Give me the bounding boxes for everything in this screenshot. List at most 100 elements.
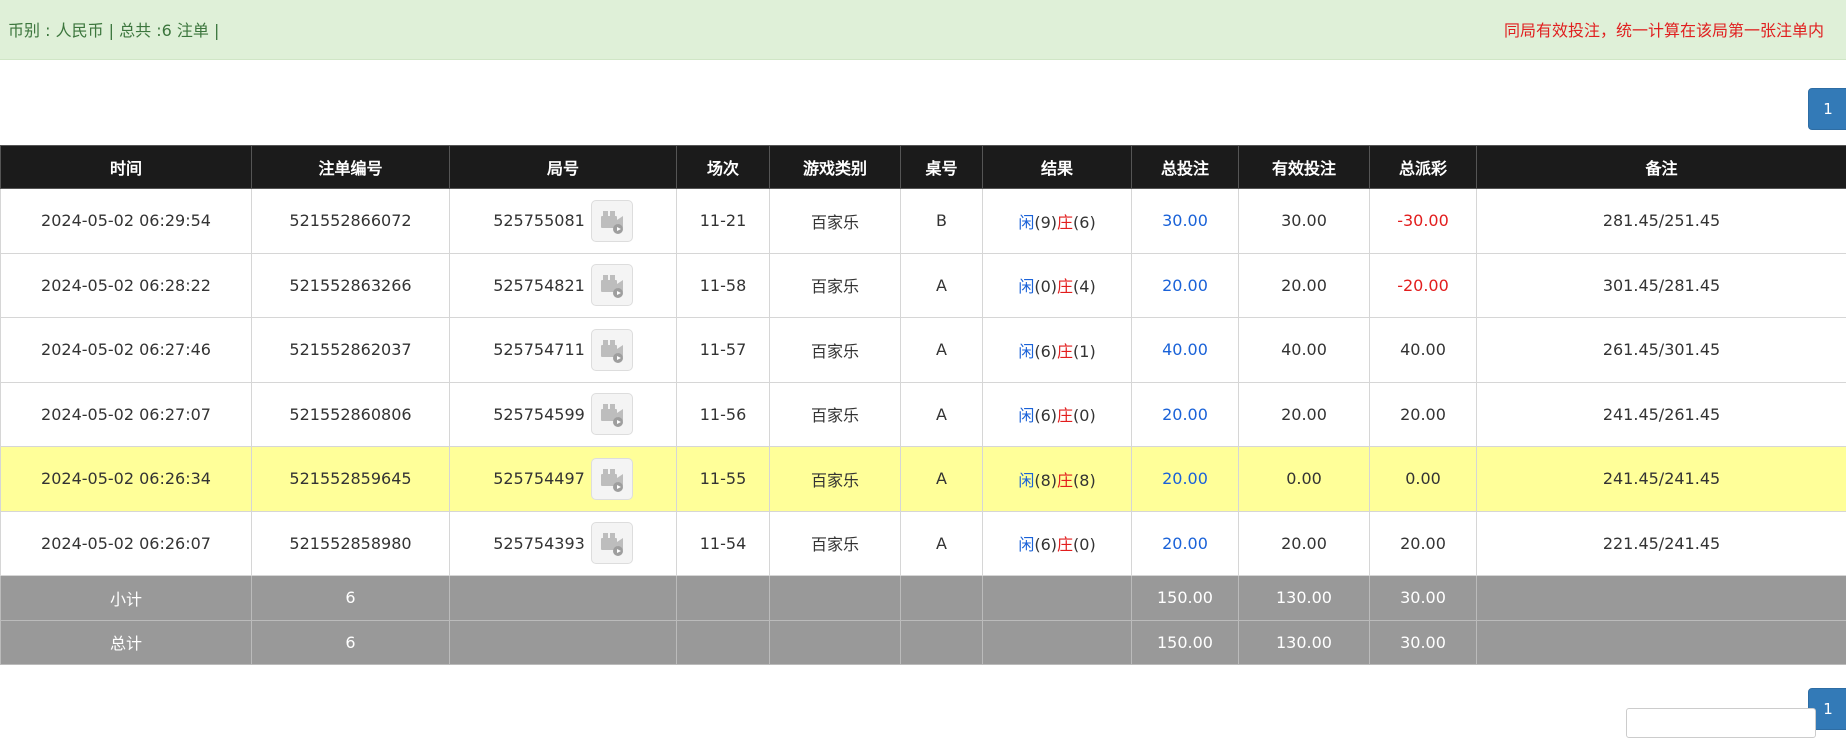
cell-table-no: A [901, 447, 983, 512]
empty-cell [901, 620, 983, 665]
cell-valid-bet: 20.00 [1239, 253, 1370, 318]
table-row: 2024-05-02 06:26:07521552858980525754393… [1, 511, 1846, 576]
cell-result: 闲(6)庄(0) [983, 511, 1132, 576]
cell-valid-bet: 40.00 [1239, 318, 1370, 383]
video-replay-icon[interactable] [591, 329, 633, 371]
banker-label: 庄 [1057, 277, 1073, 296]
empty-cell [770, 576, 901, 621]
banker-score: (1) [1073, 342, 1096, 361]
subtotal-row: 小计6150.00130.0030.00 [1, 576, 1846, 621]
cell-time: 2024-05-02 06:28:22 [1, 253, 252, 318]
cell-valid-bet: 20.00 [1239, 511, 1370, 576]
video-replay-icon[interactable] [591, 393, 633, 435]
empty-cell [983, 576, 1132, 621]
banker-label: 庄 [1057, 535, 1073, 554]
cell-payout: 0.00 [1370, 447, 1477, 512]
round-number: 525754599 [493, 405, 585, 424]
cell-result: 闲(8)庄(8) [983, 447, 1132, 512]
cell-total-bet: 20.00 [1132, 447, 1239, 512]
banker-label: 庄 [1057, 213, 1073, 232]
cell-result: 闲(9)庄(6) [983, 189, 1132, 254]
cell-result: 闲(0)庄(4) [983, 253, 1132, 318]
cell-round: 525754599 [450, 382, 677, 447]
video-replay-icon[interactable] [591, 522, 633, 564]
cell-result: 闲(6)庄(0) [983, 382, 1132, 447]
cell-round: 525755081 [450, 189, 677, 254]
banker-label: 庄 [1057, 342, 1073, 361]
grandtotal-label: 总计 [1, 620, 252, 665]
player-label: 闲 [1018, 342, 1034, 361]
cell-bet-id: 521552859645 [252, 447, 450, 512]
subtotal-count: 6 [252, 576, 450, 621]
cell-table-no: B [901, 189, 983, 254]
cell-payout: 20.00 [1370, 511, 1477, 576]
cell-round: 525754711 [450, 318, 677, 383]
banker-score: (0) [1073, 406, 1096, 425]
banker-score: (8) [1073, 471, 1096, 490]
table-row: 2024-05-02 06:29:54521552866072525755081… [1, 189, 1846, 254]
empty-cell [677, 576, 770, 621]
cell-bet-id: 521552866072 [252, 189, 450, 254]
header-valid-bet: 有效投注 [1239, 146, 1370, 189]
empty-cell [450, 576, 677, 621]
round-number: 525754393 [493, 534, 585, 553]
cell-table-no: A [901, 382, 983, 447]
cell-time: 2024-05-02 06:27:46 [1, 318, 252, 383]
cell-round: 525754821 [450, 253, 677, 318]
cell-session: 11-57 [677, 318, 770, 383]
table-row: 2024-05-02 06:27:07521552860806525754599… [1, 382, 1846, 447]
player-score: (6) [1034, 342, 1057, 361]
video-replay-icon[interactable] [591, 200, 633, 242]
cell-table-no: A [901, 318, 983, 383]
header-round: 局号 [450, 146, 677, 189]
page-size-select[interactable] [1626, 708, 1816, 738]
cell-valid-bet: 0.00 [1239, 447, 1370, 512]
player-score: (0) [1034, 277, 1057, 296]
player-score: (6) [1034, 535, 1057, 554]
pagination-page-1-top[interactable]: 1 [1808, 88, 1846, 130]
notice-text: 同局有效投注，统一计算在该局第一张注单内 [1504, 17, 1824, 41]
video-replay-icon[interactable] [591, 458, 633, 500]
round-number: 525754711 [493, 340, 585, 359]
header-result: 结果 [983, 146, 1132, 189]
player-label: 闲 [1018, 471, 1034, 490]
cell-game-type: 百家乐 [770, 447, 901, 512]
cell-session: 11-55 [677, 447, 770, 512]
cell-note: 241.45/241.45 [1477, 447, 1846, 512]
cell-valid-bet: 30.00 [1239, 189, 1370, 254]
cell-time: 2024-05-02 06:29:54 [1, 189, 252, 254]
header-bet-id: 注单编号 [252, 146, 450, 189]
subtotal-total-bet: 150.00 [1132, 576, 1239, 621]
subtotal-payout: 30.00 [1370, 576, 1477, 621]
player-label: 闲 [1018, 213, 1034, 232]
bet-records-table: 时间注单编号局号场次游戏类别桌号结果总投注有效投注总派彩备注 2024-05-0… [0, 145, 1846, 665]
cell-total-bet: 20.00 [1132, 511, 1239, 576]
table-row: 2024-05-02 06:27:46521552862037525754711… [1, 318, 1846, 383]
cell-session: 11-56 [677, 382, 770, 447]
grandtotal-total-bet: 150.00 [1132, 620, 1239, 665]
cell-valid-bet: 20.00 [1239, 382, 1370, 447]
empty-cell [770, 620, 901, 665]
cell-total-bet: 20.00 [1132, 253, 1239, 318]
header-session: 场次 [677, 146, 770, 189]
player-score: (8) [1034, 471, 1057, 490]
round-number: 525754497 [493, 469, 585, 488]
grandtotal-count: 6 [252, 620, 450, 665]
grandtotal-payout: 30.00 [1370, 620, 1477, 665]
cell-game-type: 百家乐 [770, 253, 901, 318]
cell-session: 11-21 [677, 189, 770, 254]
cell-session: 11-58 [677, 253, 770, 318]
header-total-bet: 总投注 [1132, 146, 1239, 189]
cell-round: 525754497 [450, 447, 677, 512]
cell-payout: 20.00 [1370, 382, 1477, 447]
banker-score: (6) [1073, 213, 1096, 232]
cell-note: 281.45/251.45 [1477, 189, 1846, 254]
cell-note: 241.45/261.45 [1477, 382, 1846, 447]
cell-game-type: 百家乐 [770, 511, 901, 576]
table-row: 2024-05-02 06:28:22521552863266525754821… [1, 253, 1846, 318]
player-score: (9) [1034, 213, 1057, 232]
empty-cell [450, 620, 677, 665]
cell-table-no: A [901, 253, 983, 318]
video-replay-icon[interactable] [591, 264, 633, 306]
banker-score: (4) [1073, 277, 1096, 296]
